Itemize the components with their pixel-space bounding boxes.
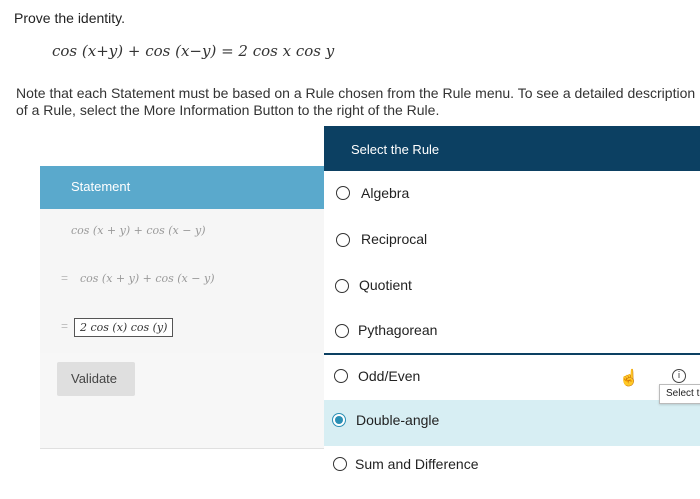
rule-header: Select the Rule [324, 126, 700, 171]
statement-expression: cos (x + y) + cos (x − y) [80, 272, 215, 285]
radio-button[interactable] [336, 186, 350, 200]
equals-sign: = [61, 319, 69, 333]
rule-option-reciprocal[interactable]: Reciprocal [324, 215, 700, 265]
rule-label: Reciprocal [361, 231, 428, 247]
statement-row[interactable]: cos (x + y) + cos (x − y) [40, 209, 324, 258]
radio-button-selected[interactable] [332, 413, 346, 427]
statement-row[interactable]: = 2 cos (x) cos (y) [40, 305, 324, 354]
rule-header-label: Select the Rule [351, 142, 440, 157]
radio-button[interactable] [336, 233, 350, 247]
validate-button[interactable]: Validate [57, 362, 135, 396]
rule-label: Pythagorean [358, 322, 438, 338]
rule-label: Quotient [359, 277, 412, 293]
statement-header: Statement [40, 166, 324, 209]
validate-row: Validate [40, 353, 324, 449]
instruction-note: Note that each Statement must be based o… [16, 85, 696, 118]
rule-tooltip: Select the Rule [659, 384, 700, 404]
rule-label: Sum and Difference [355, 456, 479, 472]
info-icon[interactable]: i [672, 369, 686, 383]
equals-sign: = [61, 271, 69, 285]
radio-button[interactable] [333, 457, 347, 471]
problem-title: Prove the identity. [14, 10, 125, 26]
rule-option-algebra[interactable]: Algebra [324, 171, 700, 216]
hand-pointer-icon: ☝ [619, 370, 639, 387]
title-text: Prove the identity. [14, 10, 126, 26]
rule-label: Odd/Even [358, 368, 421, 384]
tooltip-text: Select the Rule [666, 388, 700, 399]
rule-option-quotient[interactable]: Quotient [324, 264, 700, 310]
rule-option-odd-even[interactable]: Odd/Even [324, 353, 700, 402]
statement-row[interactable]: = cos (x + y) + cos (x − y) [40, 257, 324, 306]
rule-option-sum-difference[interactable]: Sum and Difference [324, 446, 700, 486]
rule-label: Algebra [361, 185, 410, 201]
rule-label: Double-angle [356, 412, 440, 428]
identity-expression: cos (x+y) + cos (x−y) = 2 cos x cos y [52, 42, 335, 60]
validate-label: Validate [71, 371, 118, 386]
statement-expression: cos (x + y) + cos (x − y) [71, 224, 206, 237]
radio-button[interactable] [334, 369, 348, 383]
radio-button[interactable] [335, 324, 349, 338]
statement-header-label: Statement [71, 179, 131, 194]
radio-button[interactable] [335, 279, 349, 293]
statement-input-box[interactable]: 2 cos (x) cos (y) [74, 318, 174, 337]
rule-option-pythagorean[interactable]: Pythagorean [324, 309, 700, 354]
rule-option-double-angle[interactable]: Double-angle [324, 400, 700, 447]
